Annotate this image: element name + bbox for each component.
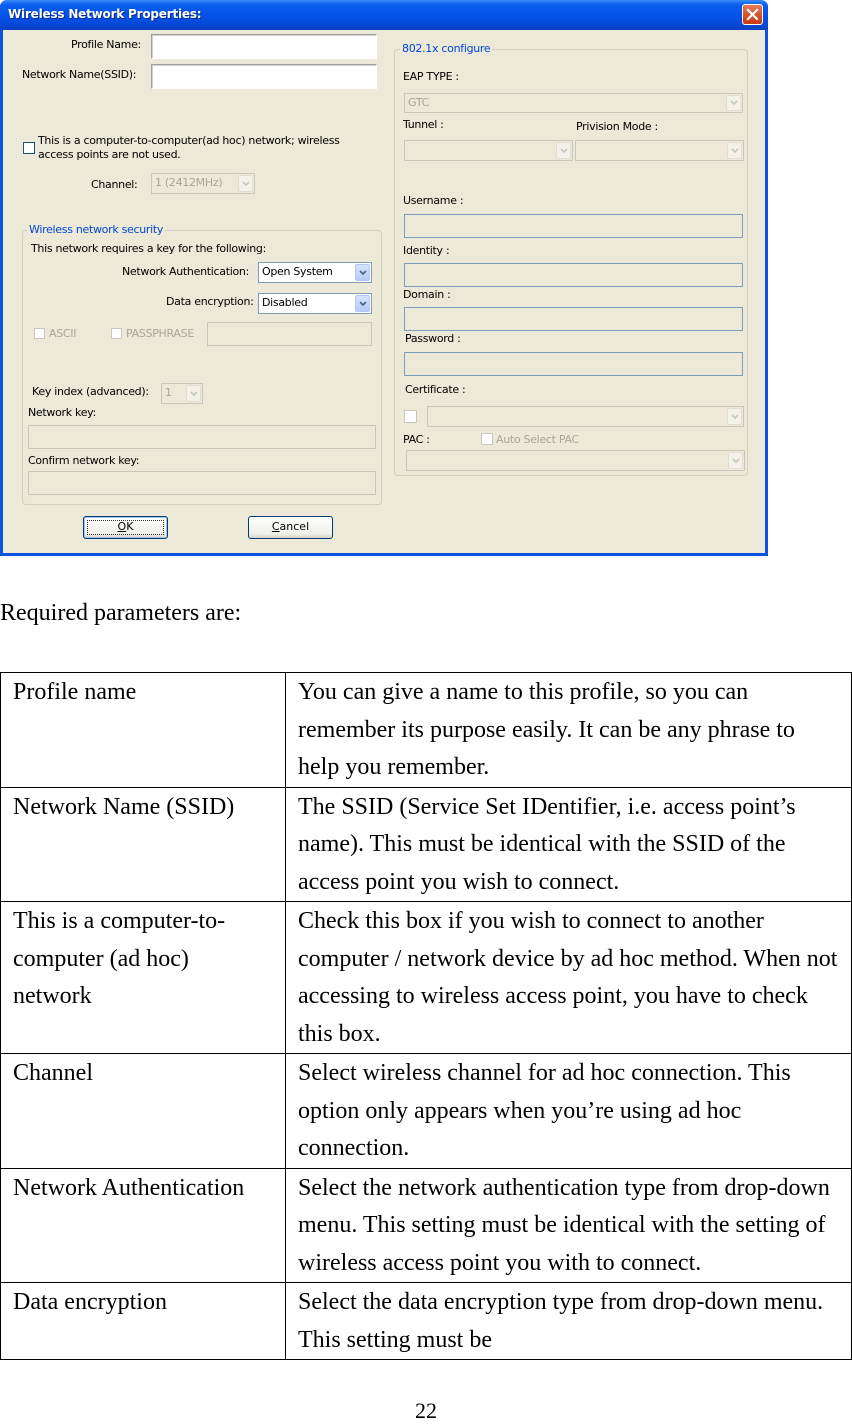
key-index-label: Key index (advanced): [32, 385, 149, 398]
parameter-description: Check this box if you wish to connect to… [285, 901, 852, 1054]
parameter-name: Channel [0, 1053, 286, 1169]
profile-name-label: Profile Name: [71, 38, 141, 51]
parameter-name: Network Name (SSID) [0, 786, 286, 902]
identity-label: Identity : [403, 244, 450, 257]
network-authentication-label: Network Authentication: [122, 265, 249, 278]
chevron-down-icon [238, 175, 253, 192]
data-encryption-label: Data encryption: [166, 295, 254, 308]
channel-value: 1 (2412MHz) [155, 176, 223, 189]
cancel-button[interactable]: Cancel [248, 516, 333, 539]
ascii-checkbox[interactable] [34, 328, 45, 339]
certificate-label: Certificate : [405, 383, 466, 396]
pac-select[interactable] [406, 450, 745, 471]
eap-type-value: GTC [408, 96, 429, 109]
adhoc-label-line2: access points are not used. [38, 148, 181, 161]
adhoc-label-line1: This is a computer-to-computer(ad hoc) n… [38, 134, 340, 147]
parameter-name: Profile name [0, 672, 286, 788]
network-key-label: Network key: [28, 406, 96, 419]
dialog-client-area: Profile Name: Network Name(SSID): This i… [3, 30, 765, 553]
requires-key-text: This network requires a key for the foll… [31, 242, 266, 255]
confirm-network-key-input[interactable] [28, 471, 376, 495]
password-input[interactable] [404, 352, 743, 376]
parameter-description: Select wireless channel for ad hoc conne… [285, 1053, 852, 1169]
domain-input[interactable] [404, 307, 743, 331]
parameters-table: Profile name You can give a name to this … [0, 672, 852, 1360]
close-icon [746, 8, 759, 21]
dialog-title: Wireless Network Properties: [8, 7, 202, 21]
network-authentication-select[interactable]: Open System [258, 262, 372, 283]
passphrase-checkbox[interactable] [111, 328, 122, 339]
table-row: Channel Select wireless channel for ad ho… [0, 1053, 852, 1169]
channel-label: Channel: [91, 178, 138, 191]
parameter-description: Select the network authentication type f… [285, 1167, 852, 1283]
parameter-description: The SSID (Service Set IDentifier, i.e. a… [285, 786, 852, 902]
profile-name-input[interactable] [151, 34, 377, 59]
eap-type-label: EAP TYPE : [403, 70, 459, 83]
security-group-title: Wireless network security [27, 223, 166, 236]
data-encryption-value: Disabled [262, 296, 308, 309]
chevron-down-icon [727, 142, 742, 159]
ssid-input[interactable] [151, 64, 377, 89]
passphrase-label: PASSPHRASE [126, 327, 194, 340]
network-key-input[interactable] [28, 425, 376, 449]
parameter-name: Data encryption [0, 1282, 286, 1360]
intro-text: Required parameters are: [0, 600, 242, 626]
ok-button[interactable]: OK [83, 516, 168, 539]
parameter-description: Select the data encryption type from dro… [285, 1282, 852, 1360]
wireless-network-properties-dialog: Wireless Network Properties: Profile Nam… [0, 0, 768, 556]
auto-select-pac-checkbox[interactable] [481, 433, 493, 445]
username-input[interactable] [404, 214, 743, 238]
chevron-down-icon [556, 142, 571, 159]
passphrase-input[interactable] [207, 322, 372, 346]
auto-select-pac-label: Auto Select PAC [496, 433, 579, 446]
domain-label: Domain : [403, 288, 451, 301]
parameter-name: This is a computer-to-computer (ad hoc) … [0, 901, 286, 1054]
close-button[interactable] [742, 4, 763, 25]
table-row: Network Name (SSID) The SSID (Service Set… [0, 786, 852, 902]
username-label: Username : [403, 194, 464, 207]
chevron-down-icon [727, 408, 742, 425]
table-row: Profile name You can give a name to this … [0, 672, 852, 788]
tunnel-select[interactable] [404, 140, 573, 161]
certificate-checkbox[interactable] [404, 410, 417, 423]
table-row: Network Authentication Select the network… [0, 1167, 852, 1283]
pac-label: PAC : [403, 433, 430, 446]
title-bar[interactable]: Wireless Network Properties: [0, 0, 768, 30]
eap-type-select[interactable]: GTC [404, 93, 743, 113]
parameter-description: You can give a name to this profile, so … [285, 672, 852, 788]
password-label: Password : [405, 332, 461, 345]
channel-select[interactable]: 1 (2412MHz) [151, 173, 255, 194]
ssid-label: Network Name(SSID): [22, 68, 137, 81]
certificate-select[interactable] [427, 406, 744, 427]
provision-mode-label: Privision Mode : [576, 120, 658, 133]
ascii-label: ASCII [49, 327, 77, 340]
chevron-down-icon [186, 385, 201, 402]
chevron-down-icon [728, 452, 743, 469]
dot1x-group-title: 802.1x configure [400, 42, 493, 55]
confirm-network-key-label: Confirm network key: [28, 454, 140, 467]
table-row: Data encryption Select the data encryptio… [0, 1282, 852, 1360]
parameter-name: Network Authentication [0, 1167, 286, 1283]
table-row: This is a computer-to-computer (ad hoc) … [0, 901, 852, 1054]
page-number: 22 [415, 1398, 437, 1423]
key-index-value: 1 [165, 386, 172, 399]
tunnel-label: Tunnel : [403, 118, 444, 131]
chevron-down-icon [355, 295, 370, 312]
adhoc-checkbox[interactable] [23, 142, 35, 154]
key-index-select[interactable]: 1 [161, 383, 203, 404]
network-authentication-value: Open System [262, 265, 333, 278]
data-encryption-select[interactable]: Disabled [258, 293, 372, 314]
identity-input[interactable] [404, 263, 743, 287]
chevron-down-icon [726, 95, 741, 111]
chevron-down-icon [355, 264, 370, 281]
provision-mode-select[interactable] [575, 140, 744, 161]
